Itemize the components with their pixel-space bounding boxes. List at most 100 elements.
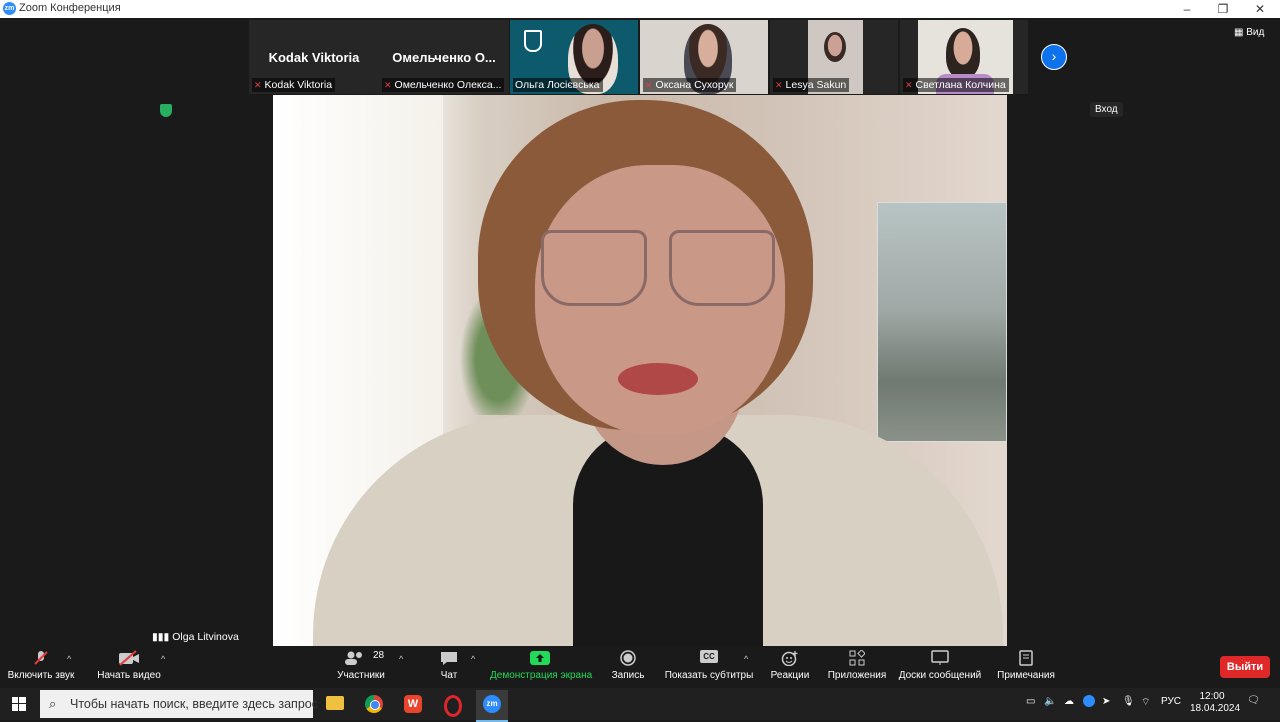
participant-tile[interactable]: ✕ Lesya Sakun bbox=[770, 20, 898, 94]
participant-label: Ольга Лосієвська bbox=[513, 78, 603, 92]
captions-button[interactable]: CC Показать субтитры bbox=[664, 650, 754, 681]
title-bar: zm Zoom Конференция – ❐ ✕ bbox=[0, 0, 1280, 18]
wps-office-icon[interactable]: W bbox=[404, 695, 422, 713]
participant-label: ✕ Омельченко Олекса... bbox=[382, 78, 505, 92]
unmute-label: Включить звук bbox=[7, 670, 75, 681]
signal-icon: ▮▮▮ bbox=[152, 631, 173, 643]
file-explorer-icon[interactable] bbox=[326, 696, 344, 710]
participant-name: Омельченко Олекса... bbox=[394, 79, 502, 91]
smiley-plus-icon bbox=[768, 650, 812, 667]
meeting-toolbar: Включить звук ^ Начать видео ^ Участники… bbox=[0, 646, 1280, 688]
speaker-name-tag: ▮▮▮ Olga Litvinova bbox=[148, 630, 243, 645]
whiteboard-icon bbox=[898, 650, 982, 666]
participant-big-name: Kodak Viktoria bbox=[268, 50, 360, 65]
volume-icon[interactable]: 🔈 bbox=[1044, 696, 1056, 707]
speaker-name: Olga Litvinova bbox=[172, 631, 239, 643]
participant-name: Светлана Колчина bbox=[915, 79, 1006, 91]
captions-chevron-icon[interactable]: ^ bbox=[744, 654, 748, 664]
participant-tile[interactable]: Kodak Viktoria ✕ Kodak Viktoria bbox=[249, 20, 379, 94]
chat-button[interactable]: Чат bbox=[432, 650, 466, 681]
participant-tile[interactable]: Омельченко О... ✕ Омельченко Олекса... bbox=[379, 20, 509, 94]
search-placeholder: Чтобы начать поиск, введите здесь запрос bbox=[70, 697, 318, 711]
mic-muted-icon: ✕ bbox=[254, 80, 262, 90]
apps-label: Приложения bbox=[827, 670, 887, 681]
notifications-icon[interactable]: 🗨 bbox=[1247, 695, 1260, 706]
wifi-icon[interactable]: ⌔ bbox=[1141, 696, 1150, 709]
language-indicator[interactable]: РУС bbox=[1161, 696, 1181, 707]
search-icon: ⌕ bbox=[49, 696, 57, 711]
reactions-label: Реакции bbox=[770, 670, 810, 681]
participant-label: ✕ Светлана Колчина bbox=[903, 78, 1009, 92]
participants-label: Участники bbox=[337, 670, 385, 681]
zoom-logo-icon: zm bbox=[3, 2, 16, 15]
participant-name: Kodak Viktoria bbox=[264, 79, 333, 91]
reactions-button[interactable]: Реакции bbox=[768, 650, 812, 681]
grid-icon: ▦ bbox=[1234, 27, 1247, 38]
security-shield-icon[interactable] bbox=[160, 104, 172, 117]
notes-icon bbox=[996, 650, 1056, 666]
video-options-chevron-icon[interactable]: ^ bbox=[161, 654, 165, 664]
participant-tile[interactable]: Ольга Лосієвська bbox=[510, 20, 638, 94]
telegram-icon[interactable]: ➤ bbox=[1102, 696, 1110, 707]
zoom-taskbar-glyph: zm bbox=[483, 695, 501, 713]
chrome-icon[interactable] bbox=[365, 695, 383, 713]
view-label: Вид bbox=[1246, 27, 1265, 38]
microphone-icon[interactable]: 🎙 bbox=[1122, 696, 1135, 707]
camera-off-icon bbox=[94, 650, 164, 666]
whiteboards-label: Доски сообщений bbox=[898, 670, 982, 681]
minimize-icon[interactable]: – bbox=[1170, 0, 1204, 18]
record-icon bbox=[608, 650, 648, 666]
zoom-tray-icon[interactable] bbox=[1083, 695, 1095, 707]
speaker-video bbox=[273, 95, 1007, 646]
unmute-button[interactable]: Включить звук bbox=[6, 650, 76, 681]
glasses bbox=[541, 230, 781, 306]
start-video-button[interactable]: Начать видео bbox=[94, 650, 164, 681]
battery-icon[interactable]: ▭ bbox=[1026, 696, 1035, 707]
cc-glyph: CC bbox=[700, 650, 718, 663]
mouth bbox=[618, 363, 698, 395]
windows-start-icon[interactable] bbox=[12, 697, 26, 711]
participants-chevron-icon[interactable]: ^ bbox=[399, 654, 403, 664]
wall-painting bbox=[877, 202, 1007, 442]
cloud-icon[interactable]: ☁ bbox=[1064, 696, 1074, 707]
view-button[interactable]: ▦ Вид bbox=[1234, 27, 1264, 38]
gallery-next-button[interactable]: › bbox=[1041, 44, 1067, 70]
start-video-label: Начать видео bbox=[97, 670, 161, 681]
notes-button[interactable]: Примечания bbox=[996, 650, 1056, 681]
captions-label: Показать субтитры bbox=[664, 670, 754, 681]
opera-icon[interactable] bbox=[444, 695, 462, 717]
participant-label: ✕ Lesya Sakun bbox=[773, 78, 850, 92]
restore-icon[interactable]: ❐ bbox=[1206, 0, 1240, 18]
audio-options-chevron-icon[interactable]: ^ bbox=[67, 654, 71, 664]
whiteboards-button[interactable]: Доски сообщений bbox=[898, 650, 982, 681]
university-logo-icon bbox=[524, 30, 542, 52]
record-button[interactable]: Запись bbox=[608, 650, 648, 681]
participant-label: ✕ Kodak Viktoria bbox=[252, 78, 336, 92]
clock-time: 12:00 bbox=[1199, 691, 1225, 702]
apps-icon bbox=[826, 649, 888, 666]
chat-chevron-icon[interactable]: ^ bbox=[471, 654, 475, 664]
close-icon[interactable]: ✕ bbox=[1243, 0, 1277, 18]
participant-tile[interactable]: ✕ Оксана Сухорук bbox=[640, 20, 768, 94]
mic-muted-icon: ✕ bbox=[384, 80, 392, 90]
clock-date: 18.04.2024 bbox=[1190, 703, 1241, 714]
mic-muted-icon: ✕ bbox=[645, 80, 653, 90]
participant-name: Lesya Sakun bbox=[785, 79, 847, 91]
share-screen-button[interactable]: Демонстрация экрана bbox=[490, 650, 592, 681]
taskbar-search-box[interactable]: ⌕ Чтобы начать поиск, введите здесь запр… bbox=[40, 690, 318, 718]
participants-count: 28 bbox=[373, 650, 385, 661]
enter-button[interactable]: Вход bbox=[1090, 102, 1123, 117]
record-label: Запись bbox=[611, 670, 645, 681]
zoom-taskbar-icon[interactable]: zm bbox=[476, 690, 508, 722]
apps-button[interactable]: Приложения bbox=[826, 649, 888, 681]
participant-tile[interactable]: ✕ Светлана Колчина bbox=[900, 20, 1028, 94]
leave-button[interactable]: Выйти bbox=[1220, 656, 1270, 678]
participant-name: Оксана Сухорук bbox=[655, 79, 734, 91]
notes-label: Примечания bbox=[997, 670, 1055, 681]
mic-muted-icon: ✕ bbox=[775, 80, 783, 90]
windows-taskbar: ⌕ Чтобы начать поиск, введите здесь запр… bbox=[0, 688, 1280, 722]
participant-label: ✕ Оксана Сухорук bbox=[643, 78, 737, 92]
chat-label: Чат bbox=[440, 670, 458, 681]
mic-muted-icon: ✕ bbox=[905, 80, 913, 90]
clock[interactable]: 12:00 18.04.2024 bbox=[1190, 691, 1241, 715]
